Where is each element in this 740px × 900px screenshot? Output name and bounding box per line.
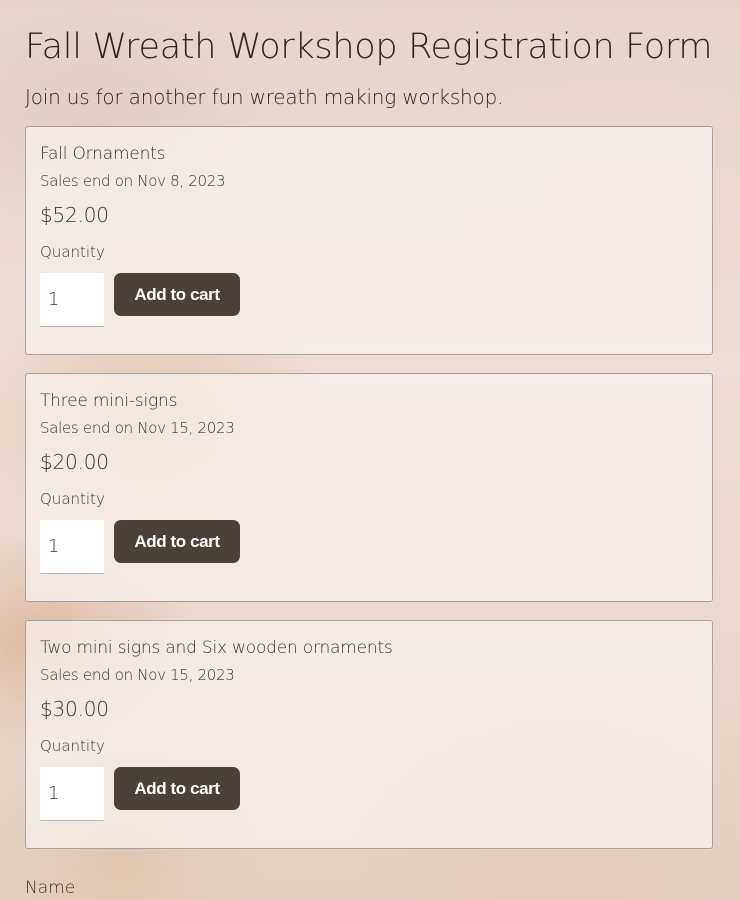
name-field-label: Name — [25, 878, 76, 898]
quantity-row: Add to cart — [40, 767, 698, 821]
ticket-sales-end: Sales end on Nov 15, 2023 — [40, 666, 235, 684]
ticket-sales-end: Sales end on Nov 8, 2023 — [40, 172, 226, 190]
ticket-price: $20.00 — [40, 450, 109, 474]
quantity-label: Quantity — [40, 737, 105, 755]
add-to-cart-button[interactable]: Add to cart — [114, 520, 240, 563]
add-to-cart-button[interactable]: Add to cart — [114, 273, 240, 316]
quantity-label: Quantity — [40, 243, 105, 261]
quantity-row: Add to cart — [40, 520, 698, 574]
ticket-price: $52.00 — [40, 203, 109, 227]
form-title: Fall Wreath Workshop Registration Form — [25, 27, 713, 67]
ticket-price: $30.00 — [40, 697, 109, 721]
ticket-name: Two mini signs and Six wooden ornaments — [40, 638, 393, 658]
ticket-card-two-mini-signs-six-ornaments: Two mini signs and Six wooden ornaments … — [25, 620, 713, 849]
quantity-input[interactable] — [40, 273, 104, 327]
form-subtitle: Join us for another fun wreath making wo… — [25, 85, 504, 109]
ticket-sales-end: Sales end on Nov 15, 2023 — [40, 419, 235, 437]
ticket-card-three-mini-signs: Three mini-signs Sales end on Nov 15, 20… — [25, 373, 713, 602]
quantity-label: Quantity — [40, 490, 105, 508]
registration-form: Fall Wreath Workshop Registration Form J… — [0, 0, 740, 899]
ticket-name: Fall Ornaments — [40, 144, 166, 164]
ticket-card-fall-ornaments: Fall Ornaments Sales end on Nov 8, 2023 … — [25, 126, 713, 355]
quantity-input[interactable] — [40, 520, 104, 574]
quantity-input[interactable] — [40, 767, 104, 821]
add-to-cart-button[interactable]: Add to cart — [114, 767, 240, 810]
quantity-row: Add to cart — [40, 273, 698, 327]
ticket-name: Three mini-signs — [40, 391, 178, 411]
